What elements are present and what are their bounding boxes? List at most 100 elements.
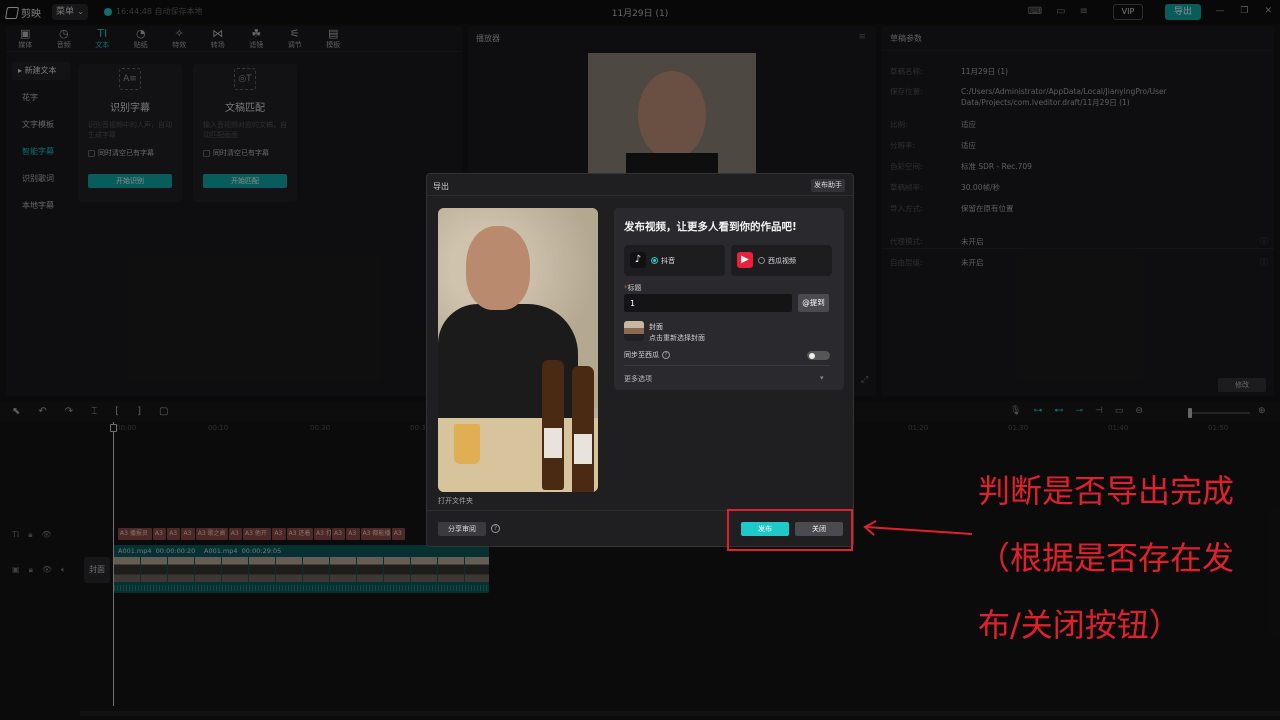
title-input[interactable] (624, 294, 792, 312)
lock-icon[interactable]: 🔒︎ (29, 565, 33, 575)
help-icon[interactable]: ? (491, 524, 500, 533)
autosave-icon (104, 7, 112, 16)
text-clip[interactable]: A3 他开 (243, 528, 272, 540)
zoom-out-icon[interactable]: ⊖ (1135, 406, 1143, 416)
platform-xigua[interactable]: ▶ 西瓜视频 (731, 245, 832, 276)
share-review-button[interactable]: 分享审阅 (438, 522, 486, 536)
preview-axis-icon[interactable]: ⊣ (1095, 406, 1103, 416)
split-left-icon[interactable]: [ (115, 406, 119, 417)
tab-text[interactable]: TI 文本 (83, 26, 122, 51)
text-clip[interactable]: A3 还着 (286, 528, 313, 540)
fullscreen-icon[interactable]: ⤢ (861, 375, 868, 385)
platform-label: 西瓜视频 (768, 257, 796, 265)
split-icon[interactable]: ⌶ (91, 406, 97, 417)
sidebar-item-new-text[interactable]: ▸ 新建文本 (12, 62, 70, 80)
text-side-nav: ▸ 新建文本 花字 文字模板 智能字幕 识别歌词 本地字幕 (12, 62, 70, 224)
publish-assistant-button[interactable]: 发布助手 (811, 179, 845, 192)
delete-icon[interactable]: ▢ (159, 406, 168, 417)
tab-media[interactable]: ▣ 媒体 (6, 26, 45, 51)
cover-button[interactable]: 封面 (84, 557, 110, 583)
microphone-icon[interactable]: 🎙 (1010, 406, 1021, 416)
clear-captions-checkbox[interactable]: 同时清空已有字幕 (203, 148, 297, 158)
close-button[interactable]: 关闭 (795, 522, 843, 536)
select-cursor-icon[interactable]: ⬉ (12, 406, 20, 417)
text-clip[interactable]: A3 (167, 528, 181, 540)
sidebar-item-lyrics[interactable]: 识别歌词 (12, 170, 70, 188)
start-recognize-button[interactable]: 开始识别 (88, 174, 172, 188)
redo-icon[interactable]: ↷ (65, 406, 73, 417)
text-clip[interactable]: A3 (346, 528, 360, 540)
start-match-button[interactable]: 开始匹配 (203, 174, 287, 188)
menu-button[interactable]: 菜单 ⌄ (52, 4, 88, 20)
param-label: 比例: (890, 120, 908, 129)
sidebar-item-local-captions[interactable]: 本地字幕 (12, 197, 70, 215)
tab-template[interactable]: ▤ 模板 (314, 26, 353, 51)
info-icon[interactable]: ⓘ (1260, 257, 1268, 268)
zoom-slider-knob[interactable] (1188, 408, 1192, 418)
tab-sticker[interactable]: ◔ 贴纸 (122, 26, 161, 51)
eye-icon[interactable]: 👁︎ (42, 530, 52, 540)
text-clip[interactable]: A3 歌之高 (195, 528, 228, 540)
text-clip[interactable]: A3 (272, 528, 286, 540)
open-folder-link[interactable]: 打开文件夹 (438, 496, 473, 506)
tab-audio[interactable]: ◷ 音频 (45, 26, 84, 51)
vip-button[interactable]: VIP (1113, 4, 1143, 20)
lock-icon[interactable]: 🔒︎ (28, 530, 32, 540)
main-track-magnet-icon[interactable]: ⊶ (1033, 406, 1042, 416)
text-clip[interactable]: A3 播报员 (118, 528, 152, 540)
layout-icon[interactable]: ▭ (1056, 6, 1065, 17)
caption-icon[interactable]: ▭ (1115, 406, 1124, 416)
modify-button[interactable]: 修改 (1218, 378, 1266, 392)
sync-xigua-toggle[interactable] (807, 351, 830, 360)
tab-adjust[interactable]: ⚟ 调节 (276, 26, 315, 51)
more-options[interactable]: 更多选项 (624, 374, 652, 384)
text-clip[interactable]: A3 打 (314, 528, 332, 540)
zoom-slider[interactable] (1188, 408, 1250, 418)
keyboard-icon[interactable]: ⌨ (1028, 6, 1042, 17)
tab-transition[interactable]: ⋈ 转场 (199, 26, 238, 51)
sidebar-item-smart-captions[interactable]: 智能字幕 (12, 143, 70, 161)
player-menu-icon[interactable]: ≡ (858, 32, 866, 42)
mute-icon[interactable]: 🔈︎ (61, 565, 66, 575)
platform-douyin[interactable]: ♪ 抖音 (624, 245, 725, 276)
radio-unselected-icon[interactable] (758, 257, 765, 264)
undo-icon[interactable]: ↶ (38, 406, 46, 417)
mention-button[interactable]: @提到 (798, 294, 829, 312)
radio-selected-icon[interactable] (651, 257, 658, 264)
cover-thumbnail[interactable] (624, 321, 644, 341)
minimize-icon[interactable]: — (1215, 6, 1224, 16)
player-video-frame[interactable] (588, 53, 756, 173)
close-window-icon[interactable]: ✕ (1264, 6, 1272, 16)
linkage-icon[interactable]: ⊸ (1075, 406, 1083, 416)
chevron-down-icon[interactable]: ▾ (820, 374, 824, 382)
text-clip[interactable]: A3 (181, 528, 195, 540)
text-clip[interactable]: A3 都能播 (360, 528, 391, 540)
split-right-icon[interactable]: ] (137, 406, 141, 417)
clear-captions-checkbox[interactable]: 同时清空已有字幕 (88, 148, 182, 158)
info-icon[interactable]: ⓘ (1260, 236, 1268, 247)
param-label: 自由层级: (890, 258, 923, 267)
help-icon[interactable]: ? (662, 351, 670, 359)
zoom-in-icon[interactable]: ⊕ (1258, 406, 1266, 416)
text-clip[interactable]: A3 (152, 528, 167, 540)
tab-filter[interactable]: ☘ 滤镜 (237, 26, 276, 51)
horizontal-scrollbar[interactable] (80, 711, 1280, 716)
publish-button[interactable]: 发布 (741, 522, 789, 536)
eye-icon[interactable]: 👁︎ (42, 565, 52, 575)
auto-snap-icon[interactable]: ⊷ (1054, 406, 1063, 416)
text-clip[interactable]: A3 (228, 528, 243, 540)
playhead-handle[interactable] (110, 424, 117, 432)
sidebar-item-text-template[interactable]: 文字模板 (12, 116, 70, 134)
reselect-cover-link[interactable]: 点击重新选择封面 (649, 333, 705, 343)
playhead[interactable] (113, 422, 114, 706)
sidebar-item-fancy-text[interactable]: 花字 (12, 89, 70, 107)
menu-lines-icon[interactable]: ≡ (1080, 6, 1088, 17)
restore-icon[interactable]: ❐ (1240, 6, 1248, 16)
export-button[interactable]: 导出 (1165, 4, 1201, 20)
tab-effects[interactable]: ✧ 特效 (160, 26, 199, 51)
param-label: 导入方式: (890, 204, 923, 213)
video-track[interactable]: A001.mp4 00:00:00:20 A001.mp4 00:00:29:0… (114, 545, 489, 593)
text-clip[interactable]: A3 (332, 528, 346, 540)
text-clip[interactable]: A3 (391, 528, 405, 540)
divider (624, 365, 830, 366)
